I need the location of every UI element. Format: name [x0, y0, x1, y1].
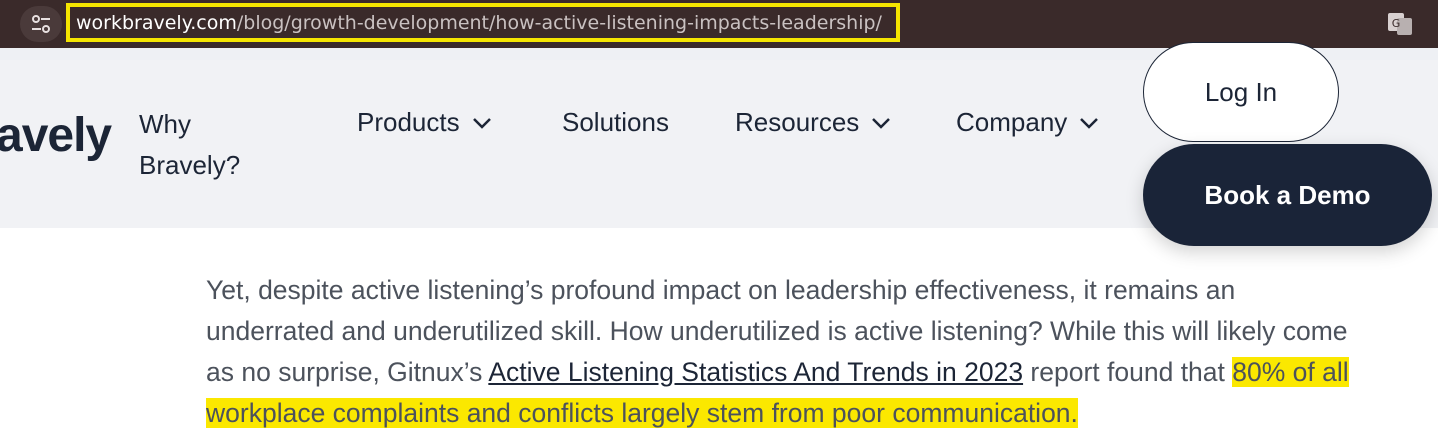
- url-path: /blog/growth-development/how-active-list…: [236, 11, 882, 34]
- nav-solutions-label: Solutions: [562, 107, 669, 137]
- book-demo-button[interactable]: Book a Demo: [1143, 144, 1432, 246]
- browser-toolbar: workbravely.com/blog/growth-development/…: [0, 0, 1438, 48]
- nav-products-label: Products: [357, 107, 460, 137]
- nav-company-label: Company: [956, 107, 1068, 137]
- site-info-icon: [32, 15, 50, 33]
- logo[interactable]: avely: [0, 108, 112, 163]
- nav-item-products[interactable]: Products: [357, 107, 492, 138]
- chevron-down-icon: [472, 117, 491, 129]
- article-body: Yet, despite active listening’s profound…: [206, 270, 1356, 434]
- address-bar[interactable]: workbravely.com/blog/growth-development/…: [66, 3, 900, 42]
- site-info-button[interactable]: [20, 6, 62, 42]
- article-paragraph: Yet, despite active listening’s profound…: [206, 270, 1356, 434]
- paragraph-text-middle: report found that: [1023, 357, 1233, 387]
- nav-resources-label: Resources: [735, 107, 860, 137]
- translate-icon[interactable]: G: [1386, 10, 1414, 38]
- nav-item-why-bravely[interactable]: Why Bravely?: [139, 104, 259, 186]
- chevron-down-icon: [1080, 117, 1099, 129]
- gitnux-report-link[interactable]: Active Listening Statistics And Trends i…: [488, 357, 1023, 387]
- url-domain: workbravely.com: [76, 11, 237, 34]
- svg-text:G: G: [1392, 17, 1401, 30]
- nav-item-company[interactable]: Company: [956, 107, 1099, 138]
- nav-item-solutions[interactable]: Solutions: [562, 107, 669, 138]
- login-button[interactable]: Log In: [1143, 42, 1339, 142]
- chevron-down-icon: [872, 117, 891, 129]
- nav-item-resources[interactable]: Resources: [735, 107, 891, 138]
